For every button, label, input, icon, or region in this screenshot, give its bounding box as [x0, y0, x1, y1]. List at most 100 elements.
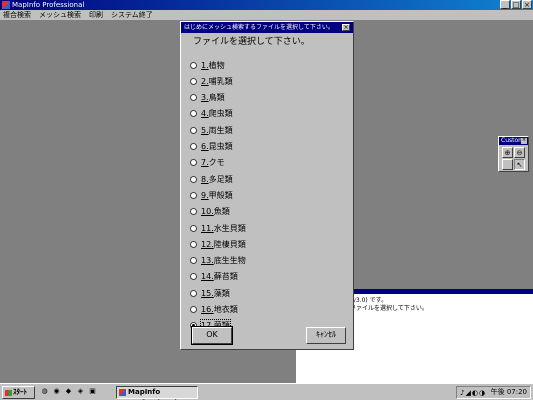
file-option[interactable]: 5.両生類: [190, 124, 233, 136]
option-number: 16.: [201, 305, 214, 314]
option-label: 6.昆虫類: [201, 141, 233, 152]
option-text: 地衣類: [213, 305, 238, 314]
option-label: 3.鳥類: [201, 92, 225, 103]
ok-button[interactable]: OK: [191, 326, 233, 345]
zoom-out-icon[interactable]: ⊖: [514, 147, 525, 158]
option-text: 哺乳類: [208, 76, 233, 86]
dialog-title: はじめにメッシュ検索するファイルを選択して下さい。: [184, 24, 334, 31]
option-number: 8.: [201, 174, 209, 184]
option-number: 13.: [201, 256, 214, 266]
radio-button[interactable]: [190, 273, 197, 281]
ie-icon[interactable]: ◍: [40, 387, 49, 396]
radio-button[interactable]: [190, 94, 197, 102]
option-label: 10.魚類: [201, 206, 230, 217]
palette-close-button[interactable]: ×: [521, 138, 527, 144]
radio-button[interactable]: [190, 77, 197, 85]
radio-button[interactable]: [190, 208, 197, 216]
radio-button[interactable]: [190, 143, 197, 150]
radio-button[interactable]: [190, 110, 197, 118]
file-option[interactable]: 8.多足類: [190, 173, 233, 185]
file-option[interactable]: 9.甲殻類: [190, 189, 233, 201]
blank-tool[interactable]: [502, 159, 513, 170]
file-option[interactable]: 6.昆虫類: [190, 141, 233, 153]
file-option[interactable]: 7.クモ: [190, 157, 225, 169]
option-label: 12.陸棲貝類: [201, 239, 246, 250]
channels-icon[interactable]: ◈: [76, 387, 85, 396]
file-option[interactable]: 3.鳥類: [190, 92, 225, 104]
message-line: ファイルを選択して下さい。: [350, 305, 428, 312]
option-number: 7.: [201, 158, 209, 168]
radio-button[interactable]: [190, 306, 197, 313]
radio-button[interactable]: [190, 257, 197, 265]
file-option[interactable]: 4.爬虫類: [190, 108, 233, 120]
option-text: 藻類: [213, 288, 230, 298]
menu-bar: 複合検索 メッシュ検索 印刷 システム終了: [0, 10, 533, 21]
taskbar: ｽﾀｰﾄ ◍ ◉ ◆ ◈ ▣ MapInfo Professional ♪◢◐◑…: [0, 383, 533, 400]
file-option[interactable]: 13.底生生物: [190, 255, 246, 267]
task-label: MapInfo Professional: [128, 388, 177, 400]
file-option[interactable]: 15.藻類: [190, 287, 230, 299]
zoom-in-icon[interactable]: ⊕: [502, 147, 513, 158]
option-number: 11.: [201, 223, 214, 233]
message-line: (v3.0) です。: [350, 297, 388, 304]
windows-logo-icon: [5, 390, 12, 396]
close-button[interactable]: ×: [522, 0, 532, 9]
app-title: MapInfo Professional: [12, 1, 85, 9]
menu-mesh-search[interactable]: メッシュ検索: [39, 10, 81, 20]
taskbar-mapinfo-button[interactable]: MapInfo Professional: [116, 386, 198, 400]
window-controls: _ □ ×: [500, 0, 532, 9]
option-number: 6.: [201, 142, 209, 151]
option-label: 15.藻類: [201, 288, 230, 299]
radio-button[interactable]: [190, 175, 197, 183]
option-label: 7.クモ: [201, 157, 225, 168]
option-text: 多足類: [208, 174, 233, 184]
system-tray: ♪◢◐◑ 午後 07:20: [456, 386, 531, 399]
option-label: 9.甲殻類: [201, 190, 233, 201]
option-label: 5.両生類: [201, 125, 233, 136]
radio-button[interactable]: [190, 61, 197, 69]
file-option[interactable]: 14.蘚苔類: [190, 271, 238, 283]
outlook-icon[interactable]: ◉: [52, 387, 61, 396]
option-text: 陸棲貝類: [213, 239, 246, 249]
file-option[interactable]: 10.魚類: [190, 206, 230, 218]
file-option[interactable]: 16.地衣類: [190, 304, 238, 316]
file-option[interactable]: 12.陸棲貝類: [190, 238, 246, 250]
option-label: 14.蘚苔類: [201, 271, 238, 282]
option-number: 5.: [201, 125, 209, 135]
radio-button[interactable]: [190, 240, 197, 248]
menu-compound-search[interactable]: 複合検索: [3, 10, 31, 20]
radio-button[interactable]: [190, 289, 197, 297]
desktop-icon[interactable]: ◆: [64, 387, 73, 396]
radio-button[interactable]: [190, 126, 197, 134]
option-text: 昆虫類: [208, 142, 233, 151]
minimize-button[interactable]: _: [500, 0, 510, 9]
cancel-button[interactable]: ｷｬﾝｾﾙ: [306, 327, 346, 344]
option-label: 4.爬虫類: [201, 108, 233, 119]
option-number: 10.: [201, 207, 214, 217]
radio-button[interactable]: [190, 191, 197, 199]
radio-button[interactable]: [190, 224, 197, 232]
maximize-button[interactable]: □: [511, 0, 521, 9]
app-shortcut-icon[interactable]: ▣: [88, 387, 97, 396]
dialog-close-button[interactable]: ×: [342, 24, 350, 31]
menu-system-exit[interactable]: システム終了: [111, 10, 153, 20]
option-text: 爬虫類: [208, 109, 233, 119]
radio-button[interactable]: [190, 159, 197, 167]
option-text: クモ: [208, 158, 225, 168]
palette-tools: ⊕ ⊖ ↖: [499, 145, 528, 172]
file-option[interactable]: 1.植物: [190, 59, 225, 71]
file-option[interactable]: 11.水生貝類: [190, 222, 246, 234]
option-text: 植物: [208, 60, 225, 70]
select-arrow-icon[interactable]: ↖: [514, 159, 525, 170]
option-text: 魚類: [213, 207, 230, 217]
tray-icons[interactable]: ♪◢◐◑: [460, 388, 486, 399]
menu-print[interactable]: 印刷: [89, 10, 103, 20]
option-text: 鳥類: [208, 93, 225, 103]
start-button[interactable]: ｽﾀｰﾄ: [2, 386, 35, 399]
start-label: ｽﾀｰﾄ: [13, 388, 27, 396]
mapinfo-task-icon: [119, 389, 126, 396]
file-option[interactable]: 2.哺乳類: [190, 75, 233, 87]
app-titlebar: MapInfo Professional _ □ ×: [0, 0, 533, 10]
option-text: 底生生物: [213, 256, 246, 266]
option-number: 3.: [201, 93, 209, 103]
